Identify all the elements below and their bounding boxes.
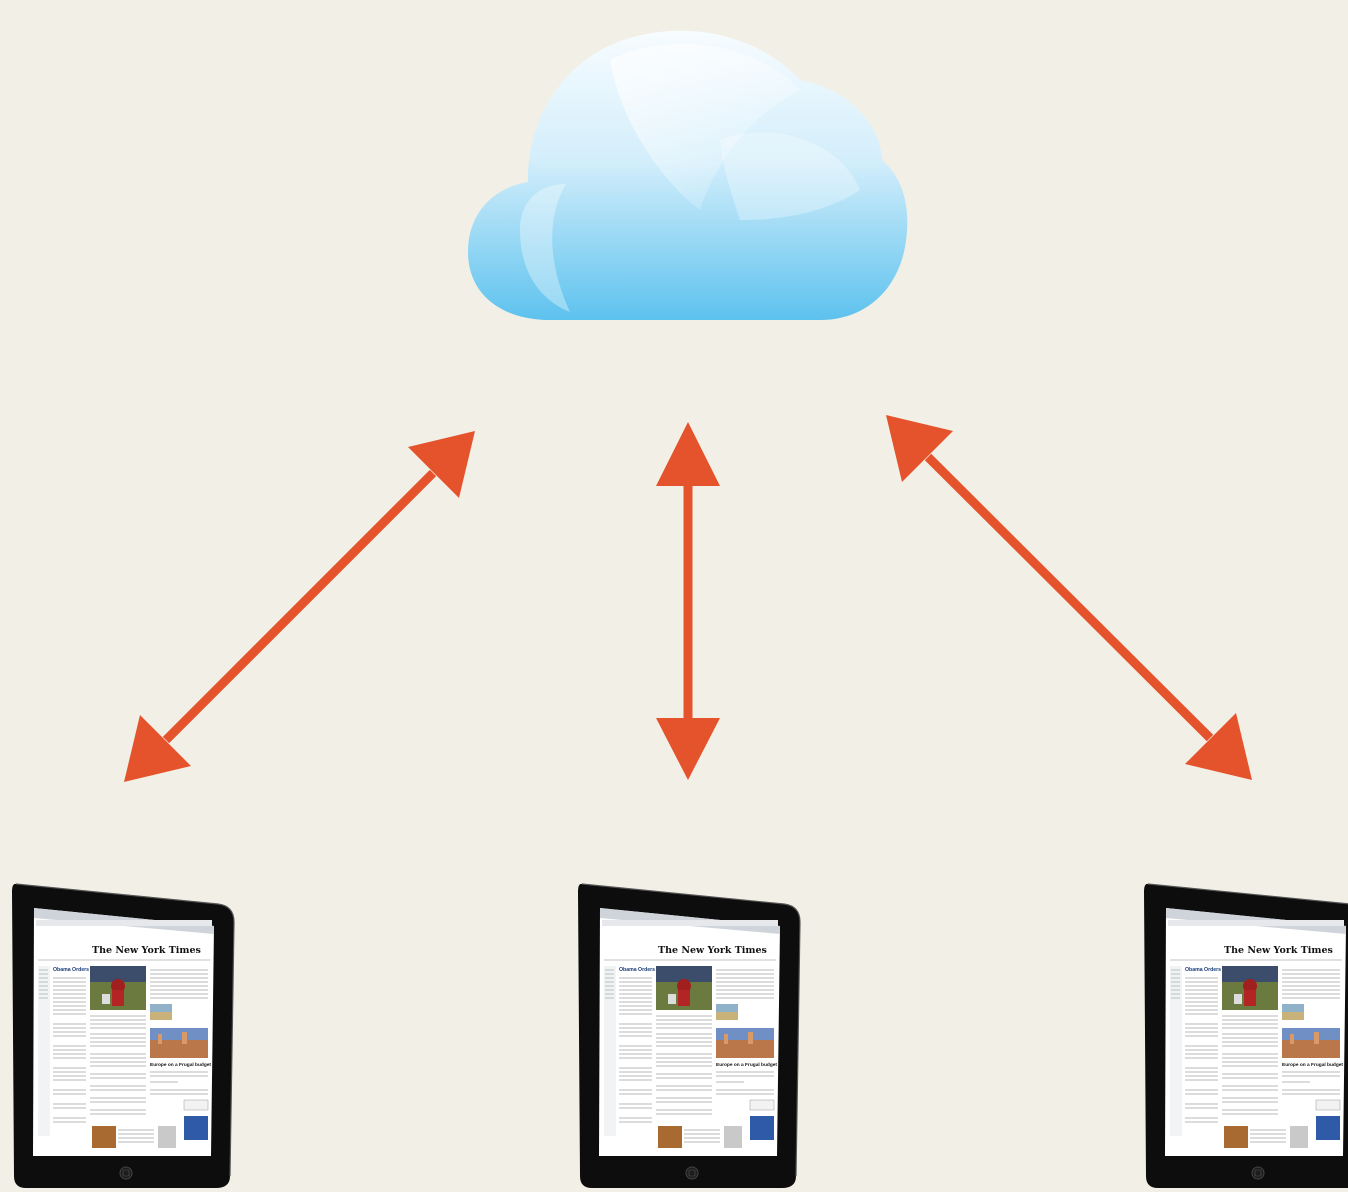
tablet-icon: The New York Times Obama Orders Europe o…: [578, 883, 801, 1188]
masthead: The New York Times: [658, 945, 767, 956]
double-arrow-right: [886, 415, 1252, 780]
left-column: [38, 966, 50, 1136]
double-arrow-center: [656, 422, 720, 780]
cloud-icon: [468, 30, 908, 321]
double-arrow-left: [124, 431, 475, 782]
news-photo: [1222, 966, 1278, 1010]
news-photo: [656, 966, 712, 1010]
home-button: [1251, 1166, 1265, 1180]
tablet-icon: The New York Times Obama Orders Europe o…: [12, 883, 235, 1188]
home-button: [119, 1166, 133, 1180]
news-photo: [90, 966, 146, 1010]
masthead: The New York Times: [92, 945, 201, 956]
headline-primary: Obama Orders: [1185, 967, 1221, 973]
left-column: [1170, 966, 1182, 1136]
tablet-left: The New York Times Obama Orders Europe o…: [8, 874, 248, 1192]
headline-primary: Obama Orders: [619, 967, 655, 973]
tablet-center: The New York Times Obama Orders Europe o…: [574, 874, 814, 1192]
headline-secondary: Europe on a Frugal budget: [1282, 1062, 1343, 1068]
headline-primary: Obama Orders: [53, 967, 89, 973]
left-column: [604, 966, 616, 1136]
tablet-screen: The New York Times Obama Orders Europe o…: [1165, 908, 1346, 1156]
home-button: [685, 1166, 699, 1180]
travel-photo: [1282, 1028, 1340, 1058]
tablet-right: The New York Times Obama Orders Europe o…: [1140, 874, 1348, 1192]
travel-photo: [150, 1028, 208, 1058]
masthead: The New York Times: [1224, 945, 1333, 956]
tablet-screen: The New York Times Obama Orders Europe o…: [33, 908, 214, 1156]
tablet-icon: The New York Times Obama Orders Europe o…: [1144, 883, 1348, 1188]
travel-photo: [716, 1028, 774, 1058]
tablet-screen: The New York Times Obama Orders Europe o…: [599, 908, 780, 1156]
headline-secondary: Europe on a Frugal budget: [716, 1062, 777, 1068]
headline-secondary: Europe on a Frugal budget: [150, 1062, 211, 1068]
